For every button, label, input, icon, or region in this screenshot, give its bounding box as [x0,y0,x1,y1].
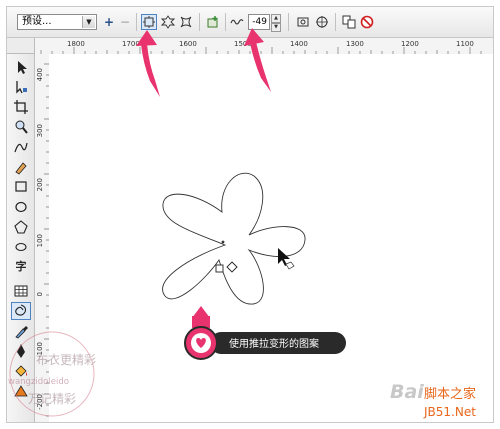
stamp-line: 万记精彩 [28,392,76,406]
callout: 使用推拉变形的图案 [184,306,346,360]
annotation-overlay: 布衣更精彩 wangzidoleido 万记精彩 使用推拉变形的图案 Bai 脚… [8,28,476,419]
callout-text: 使用推拉变形的图案 [229,337,319,350]
watermark-stamp: 布衣更精彩 wangzidoleido 万记精彩 [8,331,96,417]
arrow-to-amplitude [244,28,271,92]
arrow-to-push-pull [136,30,160,97]
site-watermark: Bai 脚本之家 JB51.Net [390,381,476,419]
site-name: 脚本之家 [424,386,476,402]
stamp-line: wangzidoleido [8,377,69,387]
stamp-line: 布衣更精彩 [36,352,96,367]
site-url: JB51.Net [423,405,476,419]
baidu-watermark: Bai [390,381,424,403]
